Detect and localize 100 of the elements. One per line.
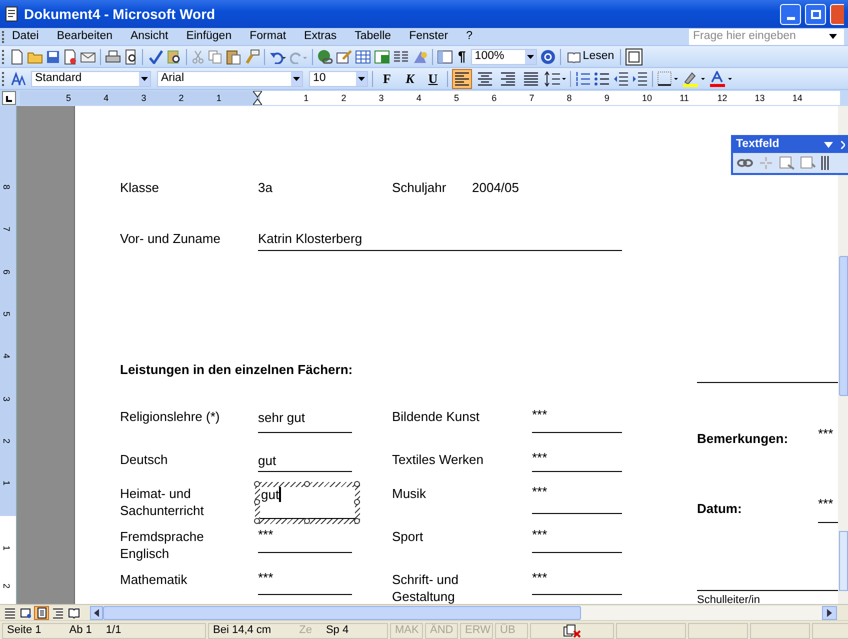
align-right-icon — [500, 70, 516, 86]
folder-icon[interactable] — [27, 50, 43, 64]
menu-item[interactable]: Tabelle — [352, 28, 394, 46]
dropdown-arrow-icon — [293, 76, 300, 80]
zoom-dropdown[interactable]: 100% — [470, 48, 537, 64]
status-text: ÜB — [500, 622, 516, 638]
permission-icon[interactable] — [63, 48, 77, 64]
borders-icon[interactable] — [657, 70, 679, 86]
menu-item[interactable]: Format — [248, 28, 288, 46]
dropdown-arrow-icon — [526, 54, 534, 58]
document-map-icon[interactable] — [437, 50, 453, 64]
menu-item[interactable]: Bearbeiten — [54, 28, 114, 46]
form-value: *** — [818, 425, 834, 443]
line-spacing-icon[interactable] — [544, 70, 566, 86]
read-button[interactable]: Lesen — [564, 48, 616, 66]
link-icon[interactable] — [737, 158, 753, 168]
email-icon[interactable] — [80, 50, 96, 64]
normal-view-button[interactable] — [2, 606, 17, 620]
new-document-icon[interactable] — [10, 48, 24, 64]
indent-marker-icon[interactable] — [253, 91, 262, 105]
minimize-button[interactable] — [780, 4, 801, 24]
selected-text-box[interactable]: gut — [255, 482, 360, 524]
bulleted-list-icon[interactable] — [594, 70, 610, 86]
web-view-icon — [20, 606, 32, 618]
spelling-status-icon — [562, 624, 582, 638]
scroll-left-button[interactable] — [90, 606, 103, 620]
font-size-dropdown[interactable]: 10 — [309, 70, 368, 86]
status-cell[interactable] — [530, 622, 614, 638]
ruler-number: 8 — [566, 92, 572, 104]
ruler-number: 6 — [2, 269, 12, 274]
close-button[interactable] — [830, 4, 844, 24]
ruler-number: 5 — [2, 311, 12, 316]
layout-view-button[interactable] — [34, 606, 49, 620]
columns-icon[interactable] — [393, 50, 409, 64]
decrease-indent-icon[interactable] — [613, 70, 629, 86]
form-value: *** — [532, 526, 548, 544]
ruler-number: 1 — [216, 92, 222, 104]
spreadsheet-icon[interactable] — [374, 50, 390, 64]
copy-icon[interactable] — [208, 50, 222, 64]
menu-item[interactable]: ? — [464, 28, 474, 46]
signature-label: Schulleiter/in — [697, 593, 760, 604]
print-preview-icon[interactable] — [124, 48, 138, 64]
scroll-thumb[interactable] — [839, 256, 848, 396]
undo-icon[interactable] — [269, 50, 287, 64]
styles-icon[interactable] — [10, 70, 28, 86]
normal-view-icon — [4, 606, 16, 618]
tab-selector-button[interactable] — [2, 91, 16, 105]
save-icon[interactable] — [46, 50, 60, 64]
book-icon[interactable] — [566, 50, 581, 62]
spelling-icon[interactable] — [147, 50, 163, 64]
increase-indent-icon[interactable] — [632, 70, 648, 86]
research-icon[interactable] — [166, 48, 182, 64]
style-dropdown[interactable]: Standard — [31, 70, 151, 86]
ruler-number: 9 — [604, 92, 610, 104]
subject-label: Mathematik — [120, 571, 188, 588]
web-view-button[interactable] — [18, 606, 33, 620]
reading-view-icon — [68, 606, 80, 618]
print-icon[interactable] — [105, 50, 121, 64]
restore-button[interactable] — [805, 4, 826, 24]
table-icon[interactable] — [355, 50, 371, 64]
bold-button[interactable]: F — [377, 68, 397, 88]
scroll-right-button[interactable] — [822, 606, 837, 620]
form-label: Bemerkungen: — [697, 430, 788, 448]
ruler-number: 1 — [2, 480, 12, 486]
scroll-thumb[interactable] — [103, 606, 581, 620]
drawing-icon[interactable] — [412, 48, 428, 64]
numbered-list-icon[interactable] — [575, 70, 591, 86]
status-cell — [750, 622, 810, 638]
hyperlink-icon[interactable] — [317, 48, 333, 64]
ruler-number: 1 — [304, 92, 309, 104]
font-color-icon[interactable] — [709, 70, 733, 86]
highlight-icon[interactable] — [682, 70, 706, 86]
menu-item[interactable]: Extras — [302, 28, 339, 46]
form-value: *** — [532, 406, 548, 424]
toolbar-title: Textfeld — [736, 137, 780, 152]
menu-item[interactable]: Datei — [10, 28, 41, 46]
format-painter-icon[interactable] — [244, 48, 260, 64]
ruler-number: 4 — [416, 92, 422, 104]
text-frame-icon[interactable] — [779, 156, 795, 170]
menu-item[interactable]: Fenster — [407, 28, 450, 46]
reading-layout-icon[interactable] — [625, 48, 644, 66]
align-center-icon — [477, 70, 493, 86]
reading-view-button[interactable] — [66, 606, 81, 620]
help-search-field[interactable]: Frage hier eingeben — [689, 28, 844, 44]
align-left-button[interactable] — [452, 68, 472, 88]
italic-button[interactable]: K — [400, 68, 420, 88]
paste-icon[interactable] — [225, 48, 241, 64]
ruler-number: 12 — [717, 92, 728, 104]
menu-item[interactable]: Ansicht — [128, 28, 170, 46]
underline-button[interactable]: U — [423, 68, 443, 88]
outline-view-button[interactable] — [50, 606, 65, 620]
show-marks-button[interactable]: ¶ — [456, 46, 468, 67]
text-frame-icon[interactable] — [800, 156, 816, 170]
subject-label: Religionslehre (*) — [120, 408, 220, 425]
font-dropdown[interactable]: Arial — [157, 70, 303, 86]
form-value: 2004/05 — [472, 179, 519, 197]
text-direction-icon[interactable] — [821, 156, 831, 170]
pencil-table-icon[interactable] — [336, 48, 352, 64]
ruler-number: 3 — [2, 396, 12, 401]
menu-item[interactable]: Einfügen — [184, 28, 234, 46]
